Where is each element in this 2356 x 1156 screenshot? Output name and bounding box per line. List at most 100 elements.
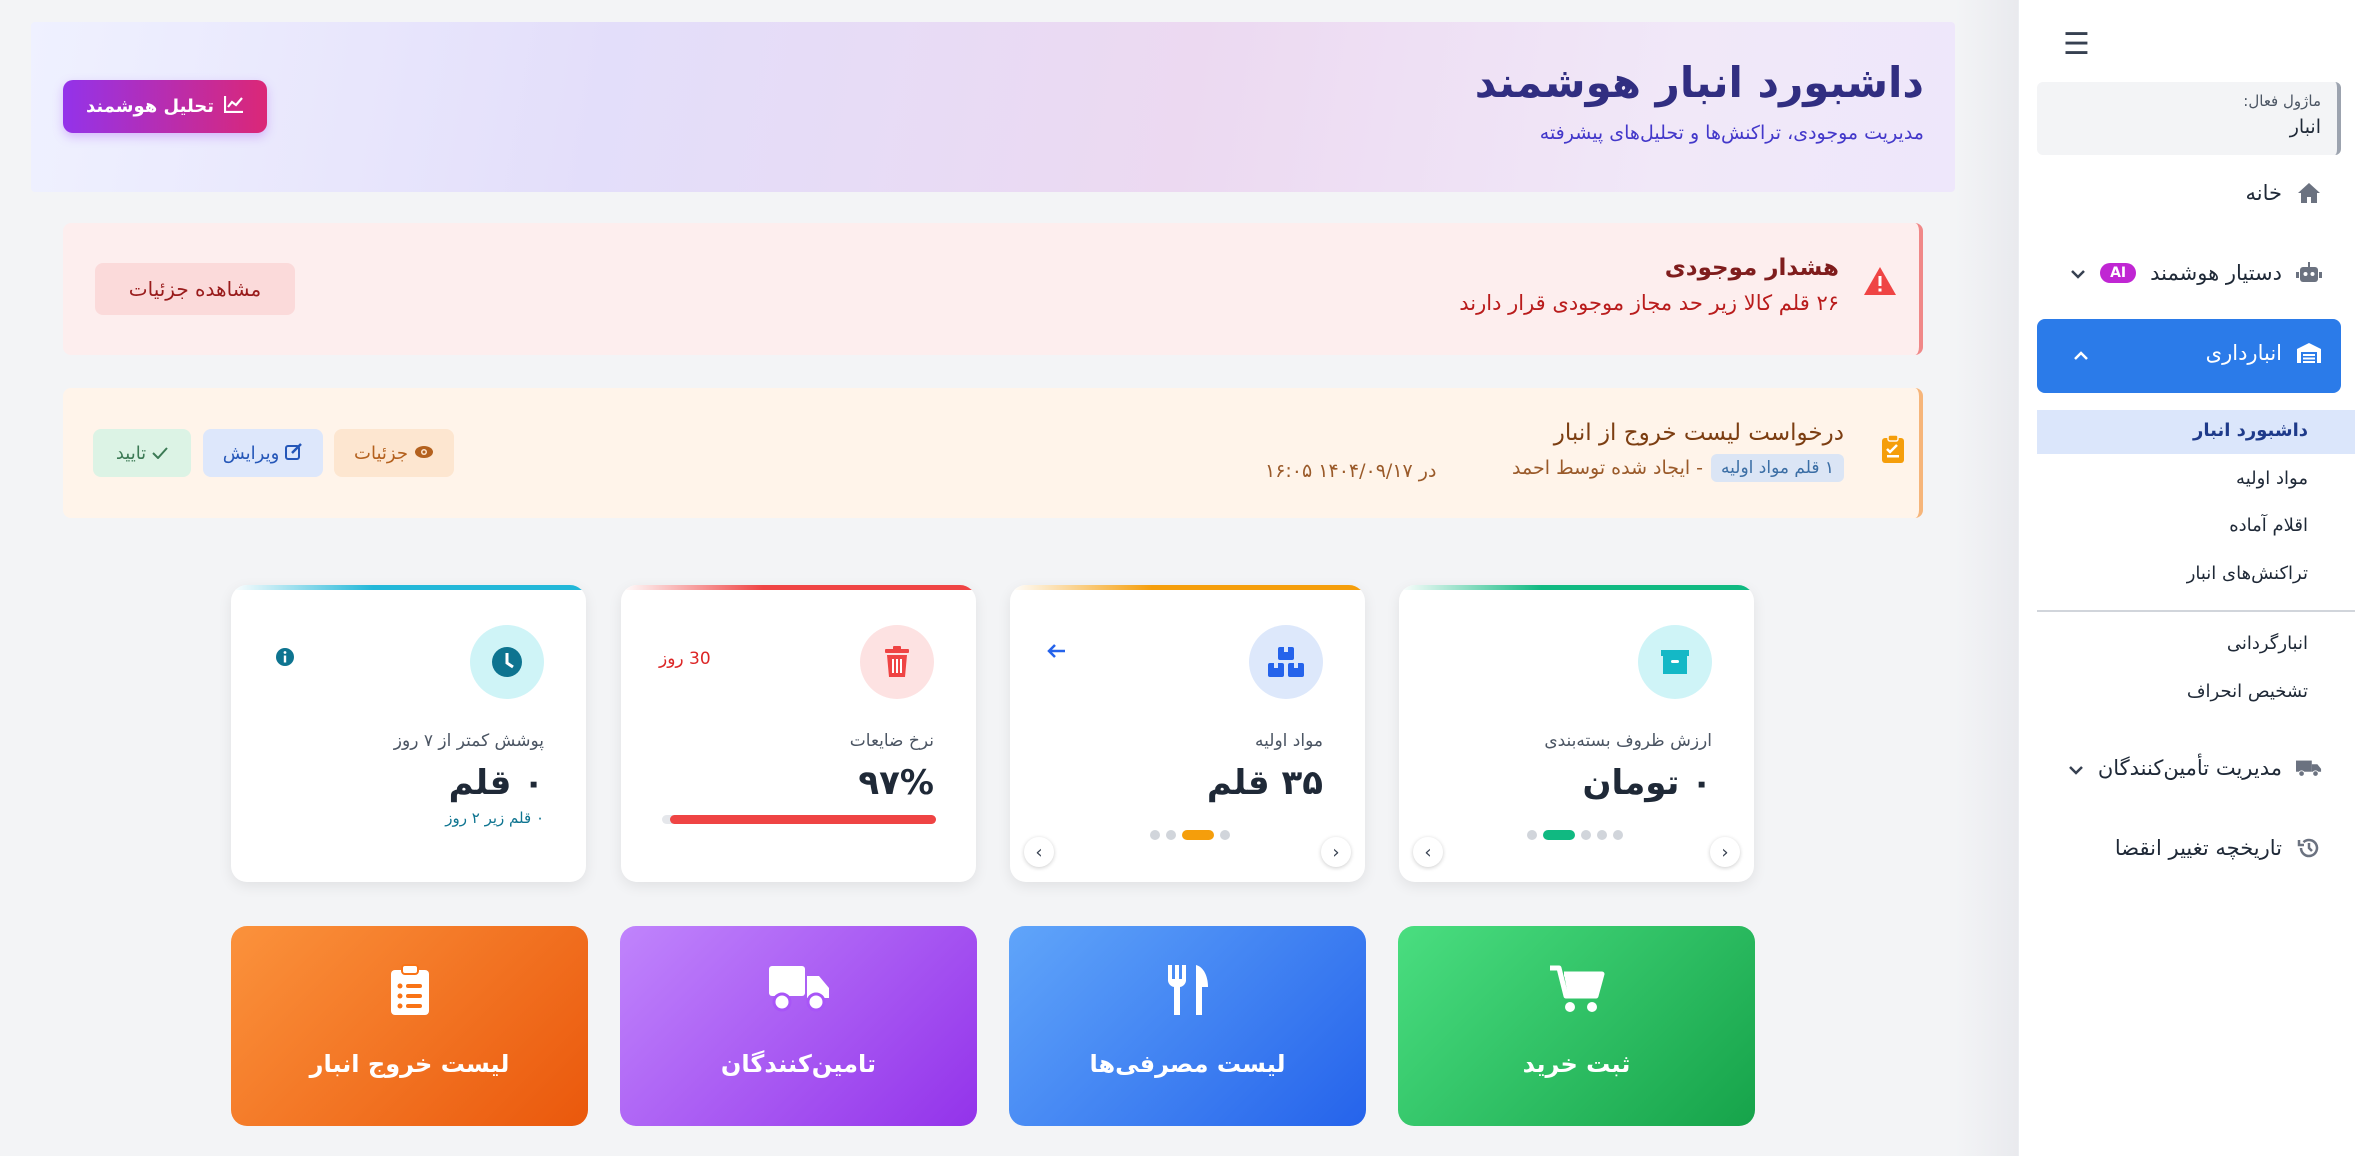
carousel-dot[interactable]: [1613, 830, 1623, 840]
view-details-button[interactable]: مشاهده جزئیات: [95, 263, 295, 315]
card-low-coverage: پوشش کمتر از ۷ روز ۰ قلم ۰ قلم زیر ۲ روز: [231, 585, 586, 882]
card-label: مواد اولیه: [1255, 731, 1323, 751]
waste-progress-track: [662, 815, 936, 824]
request-meta: ۱ قلم مواد اولیه - ایجاد شده توسط احمد: [1512, 454, 1844, 482]
carousel-dots: [1150, 830, 1230, 840]
tile-label: لیست خروج انبار: [309, 1050, 510, 1078]
chevron-down-icon: [2070, 264, 2086, 283]
hamburger-menu-icon[interactable]: ☰: [2063, 30, 2090, 60]
sidebar-sub-warehouse-dashboard[interactable]: داشبورد انبار: [2193, 420, 2308, 441]
clipboard-list-icon: [390, 964, 430, 1020]
inventory-alert: هشدار موجودی ۲۶ قلم کالا زیر حد مجاز موج…: [63, 223, 1923, 355]
eye-icon: [414, 443, 434, 464]
carousel-dot-active[interactable]: [1182, 830, 1214, 840]
sidebar-sub-deviation[interactable]: تشخیص انحراف: [2187, 681, 2308, 702]
carousel-dots: [1527, 830, 1623, 840]
alert-text: ۲۶ قلم کالا زیر حد مجاز موجودی قرار دارن…: [1459, 291, 1839, 315]
sidebar-item-label: انبارداری: [2205, 341, 2282, 365]
info-icon[interactable]: [275, 647, 295, 672]
sidebar-item-label: تاریخچه تغییر انقضا: [2114, 836, 2282, 860]
carousel-dot[interactable]: [1581, 830, 1591, 840]
edit-label: ویرایش: [222, 442, 280, 464]
boxes-icon: [1249, 625, 1323, 699]
active-module-box: ماژول فعال: انبار: [2037, 82, 2341, 155]
request-details-button[interactable]: جزئیات: [334, 429, 454, 477]
item-count-badge: ۱ قلم مواد اولیه: [1711, 454, 1844, 482]
carousel-dot[interactable]: [1166, 830, 1176, 840]
sidebar-item-expiry-history[interactable]: تاریخچه تغییر انقضا: [2115, 835, 2322, 861]
carousel-dot[interactable]: [1597, 830, 1607, 840]
card-value: ۳۵ قلم: [1206, 763, 1323, 803]
clock-icon: [470, 625, 544, 699]
carousel-next-button[interactable]: ›: [1321, 837, 1351, 867]
carousel-next-button[interactable]: ›: [1710, 837, 1740, 867]
history-icon: [2296, 835, 2322, 861]
approve-label: تایید: [115, 442, 147, 464]
carousel-prev-button[interactable]: ‹: [1413, 837, 1443, 867]
box-icon: [1638, 625, 1712, 699]
truck-icon: [768, 964, 830, 1016]
card-topbar: [621, 585, 976, 590]
arrow-left-icon[interactable]: [1046, 643, 1066, 664]
request-date: در ۱۴۰۴/۰۹/۱۷ ۱۶:۰۵: [1265, 460, 1437, 482]
waste-progress-fill: [670, 815, 936, 824]
card-topbar: [1010, 585, 1365, 590]
sidebar-item-ai-assistant[interactable]: دستیار هوشمند AI: [2070, 260, 2322, 286]
carousel-dot[interactable]: [1220, 830, 1230, 840]
check-icon: [152, 443, 168, 464]
card-raw-materials: مواد اولیه ۳۵ قلم ‹ ›: [1010, 585, 1365, 882]
ai-analysis-label: تحلیل هوشمند: [85, 96, 215, 117]
page-subtitle: مدیریت موجودی، تراکنش‌ها و تحلیل‌های پیش…: [1539, 122, 1924, 144]
module-label: ماژول فعال:: [2243, 92, 2321, 110]
chevron-down-icon: [2068, 756, 2084, 780]
robot-icon: [2296, 260, 2322, 286]
sidebar-item-home[interactable]: خانه: [2246, 180, 2322, 206]
cart-icon: [1549, 964, 1605, 1018]
utensils-icon: [1166, 964, 1210, 1020]
page-scroll-shade: [1955, 0, 2018, 1156]
sidebar-item-warehouse-content[interactable]: انبارداری: [2206, 340, 2322, 366]
ai-badge: AI: [2100, 263, 2137, 283]
tile-exit-list[interactable]: لیست خروج انبار: [231, 926, 588, 1126]
sidebar-sub-transactions[interactable]: تراکنش‌های انبار: [2187, 563, 2308, 584]
carousel-dot[interactable]: [1150, 830, 1160, 840]
home-icon: [2296, 180, 2322, 206]
tile-consumables[interactable]: لیست مصرفی‌ها: [1009, 926, 1366, 1126]
card-value: ۰ تومان: [1582, 763, 1712, 803]
dashboard-header: داشبورد انبار هوشمند مدیریت موجودی، تراک…: [31, 22, 1955, 192]
carousel-dot[interactable]: [1527, 830, 1537, 840]
card-value: ۰ قلم: [448, 763, 544, 803]
card-note: ۰ قلم زیر ۲ روز: [445, 809, 544, 827]
card-topbar: [231, 585, 586, 590]
sidebar-item-label: خانه: [2245, 181, 2282, 205]
waste-period: 30 روز: [659, 649, 711, 669]
card-label: پوشش کمتر از ۷ روز: [393, 731, 544, 751]
sidebar-sub-raw-materials[interactable]: مواد اولیه: [2236, 468, 2308, 489]
request-title: درخواست لیست خروج از انبار: [1553, 420, 1844, 446]
sidebar-sub-stocktaking[interactable]: انبارگردانی: [2227, 633, 2308, 654]
carousel-dot-active[interactable]: [1543, 830, 1575, 840]
tile-purchase[interactable]: ثبت خرید: [1398, 926, 1755, 1126]
card-topbar: [1399, 585, 1754, 590]
ai-analysis-button[interactable]: تحلیل هوشمند: [63, 80, 267, 133]
card-packaging-value: ارزش ظروف بسته‌بندی ۰ تومان ‹ ›: [1399, 585, 1754, 882]
card-label: ارزش ظروف بسته‌بندی: [1544, 731, 1712, 751]
alert-title: هشدار موجودی: [1664, 255, 1839, 281]
warehouse-icon: [2296, 340, 2322, 366]
request-edit-button[interactable]: ویرایش: [203, 429, 323, 477]
chart-line-icon: [223, 95, 244, 118]
tile-suppliers[interactable]: تامین‌کنندگان: [620, 926, 977, 1126]
edit-icon: [285, 442, 303, 465]
carousel-prev-button[interactable]: ‹: [1024, 837, 1054, 867]
sidebar-sub-ready-items[interactable]: اقلام آماده: [2229, 515, 2308, 536]
trash-icon: [860, 625, 934, 699]
sidebar: ☰ ماژول فعال: انبار خانه دستیار هوشمند A…: [2018, 0, 2356, 1156]
clipboard-icon: [1881, 434, 1905, 468]
tile-label: لیست مصرفی‌ها: [1089, 1050, 1286, 1078]
details-label: جزئیات: [354, 442, 408, 464]
chevron-up-icon: [2073, 346, 2089, 365]
tile-label: ثبت خرید: [1522, 1050, 1631, 1078]
tile-label: تامین‌کنندگان: [720, 1050, 877, 1078]
sidebar-item-suppliers[interactable]: مدیریت تأمین‌کنندگان: [2068, 755, 2322, 781]
request-approve-button[interactable]: تایید: [93, 429, 191, 477]
